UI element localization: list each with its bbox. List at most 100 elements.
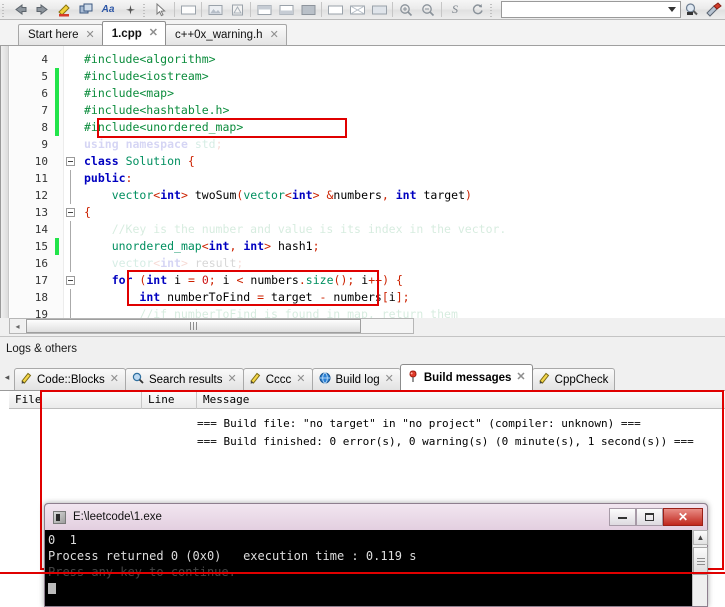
build-message-row-1[interactable]: === Build file: "no target" in "no proje… [197, 417, 641, 430]
editor-tab-1-cpp[interactable]: 1.cpp [101, 21, 166, 45]
code-line[interactable]: for (int i = 0; i < numbers.size(); i++)… [84, 272, 403, 289]
main-toolbar: Aa S [0, 0, 725, 20]
code-line[interactable]: vector<int> twoSum(vector<int> &numbers,… [84, 187, 472, 204]
code-line[interactable]: { [84, 204, 91, 221]
logs-tab-cccc[interactable]: Cccc [242, 368, 313, 390]
code-editor[interactable]: 4 5 6 7 8 9 10 11 12 13 14 15 16 17 18 19 #include<algo… [0, 46, 725, 323]
logs-tab-codeblocks[interactable]: Code::Blocks [14, 368, 126, 390]
scrollbar-track[interactable] [25, 319, 413, 333]
close-icon[interactable] [385, 374, 394, 385]
frame-icon[interactable] [324, 0, 346, 19]
scrollbar-thumb[interactable] [26, 319, 361, 333]
logs-tab-label: Build messages [423, 371, 512, 384]
image-icon[interactable] [204, 0, 226, 19]
window-controls: ✕ [609, 508, 707, 526]
console-vertical-scrollbar[interactable]: ▲ [692, 530, 708, 606]
logs-tab-label: Code::Blocks [37, 373, 105, 386]
magnifier-tool-icon[interactable] [681, 0, 703, 19]
code-line[interactable]: vector<int> result; [84, 255, 244, 272]
copy-block-icon[interactable] [75, 0, 97, 19]
panel-fill-icon[interactable] [297, 0, 319, 19]
chevron-down-icon[interactable] [668, 7, 676, 12]
toolbar-grip-3[interactable] [489, 1, 495, 18]
code-line[interactable]: unordered_map<int, int> hash1; [84, 238, 320, 255]
tab-scroll-left-icon[interactable]: ◂ [0, 364, 14, 390]
console-output[interactable]: 0 1 Process returned 0 (0x0) execution t… [45, 530, 707, 606]
code-line[interactable]: #include<map> [84, 85, 174, 102]
s-letter-icon[interactable]: S [444, 0, 466, 19]
fold-toggle-icon[interactable] [66, 157, 75, 166]
panel-split-icon[interactable] [275, 0, 297, 19]
close-button[interactable]: ✕ [663, 508, 703, 526]
change-marker [55, 68, 59, 85]
fold-toggle-icon[interactable] [66, 208, 75, 217]
code-line[interactable]: int numberToFind = target - numbers[i]; [84, 289, 409, 306]
code-line[interactable]: #include<iostream> [84, 68, 209, 85]
close-icon[interactable] [270, 30, 279, 41]
minimize-icon [618, 516, 627, 519]
code-text-area[interactable]: #include<algorithm> #include<iostream> #in… [78, 46, 725, 318]
code-line[interactable]: #include<algorithm> [84, 51, 216, 68]
back-arrow-icon[interactable] [9, 0, 31, 19]
column-header-line[interactable]: Line [142, 391, 197, 409]
logs-tab-search-results[interactable]: Search results [124, 368, 244, 390]
forward-arrow-icon[interactable] [31, 0, 53, 19]
paint-tool-icon[interactable] [703, 0, 725, 19]
line-number: 13 [34, 206, 48, 219]
close-icon[interactable] [110, 374, 119, 385]
code-line[interactable]: #include<unordered_map> [84, 119, 243, 136]
cross-box-icon[interactable] [346, 0, 368, 19]
column-header-file[interactable]: File [9, 391, 142, 409]
maximize-button[interactable] [636, 508, 663, 526]
scroll-left-icon[interactable]: ◂ [10, 319, 25, 333]
code-fold-column[interactable] [64, 46, 78, 323]
pointer-select-icon[interactable] [150, 0, 172, 19]
toolbar-grip[interactable] [1, 1, 7, 18]
code-line[interactable]: public: [84, 170, 132, 187]
close-icon[interactable] [149, 28, 158, 39]
build-message-row-2[interactable]: === Build finished: 0 error(s), 0 warnin… [197, 435, 694, 448]
close-icon[interactable] [296, 374, 305, 385]
logs-tab-build-messages[interactable]: Build messages [399, 364, 533, 390]
logs-tab-label: Build log [335, 373, 380, 386]
close-icon[interactable] [516, 372, 525, 383]
code-line[interactable]: using namespace std; [84, 136, 223, 153]
sparkle-icon[interactable] [119, 0, 141, 19]
pencil-icon [21, 372, 32, 387]
toolbar-combobox[interactable] [501, 1, 681, 18]
column-header-message[interactable]: Message [197, 391, 725, 409]
code-line[interactable]: #include<hashtable.h> [84, 102, 229, 119]
scroll-up-icon[interactable]: ▲ [693, 530, 708, 545]
fold-guide-line [70, 255, 71, 272]
codeblocks-window: Aa S Start here ✕ 1.cpp ✕ c++0x_warning.… [0, 0, 725, 607]
logs-tab-bar: ◂ Code::Blocks Search results Cccc [0, 360, 725, 390]
close-icon[interactable] [228, 374, 237, 385]
highlight-pen-icon[interactable] [53, 0, 75, 19]
console-title-bar[interactable]: E:\leetcode\1.exe ✕ [45, 504, 707, 530]
code-line[interactable]: class Solution { [84, 153, 195, 170]
pencil-icon [250, 372, 261, 387]
hatch-box-icon[interactable] [368, 0, 390, 19]
logs-tab-build-log[interactable]: Build log [311, 368, 401, 390]
logs-tab-cppcheck[interactable]: CppCheck [531, 368, 616, 390]
zoom-in-icon[interactable] [395, 0, 417, 19]
refresh-icon[interactable] [466, 0, 488, 19]
toolbar-grip-2[interactable] [142, 1, 148, 18]
console-scrollbar-thumb[interactable] [693, 547, 708, 575]
close-icon[interactable] [86, 30, 95, 41]
document-icon[interactable] [226, 0, 248, 19]
minimize-button[interactable] [609, 508, 636, 526]
panel-top-icon[interactable] [253, 0, 275, 19]
code-line[interactable]: //if numberToFind is found in map, retur… [84, 306, 458, 318]
fold-toggle-icon[interactable] [66, 276, 75, 285]
code-line[interactable]: //Key is the number and value is its ind… [84, 221, 507, 238]
console-window[interactable]: E:\leetcode\1.exe ✕ 0 1 Process returned… [44, 503, 708, 607]
rectangle-icon[interactable] [177, 0, 199, 19]
zoom-out-icon[interactable] [417, 0, 439, 19]
font-aa-icon[interactable]: Aa [97, 0, 119, 19]
editor-horizontal-scrollbar[interactable]: ◂ [9, 318, 414, 334]
editor-tab-cpp0x-warning-h[interactable]: c++0x_warning.h [164, 24, 287, 45]
editor-tab-start-here[interactable]: Start here [18, 24, 103, 45]
change-marker [55, 119, 59, 136]
line-number: 7 [41, 104, 48, 117]
